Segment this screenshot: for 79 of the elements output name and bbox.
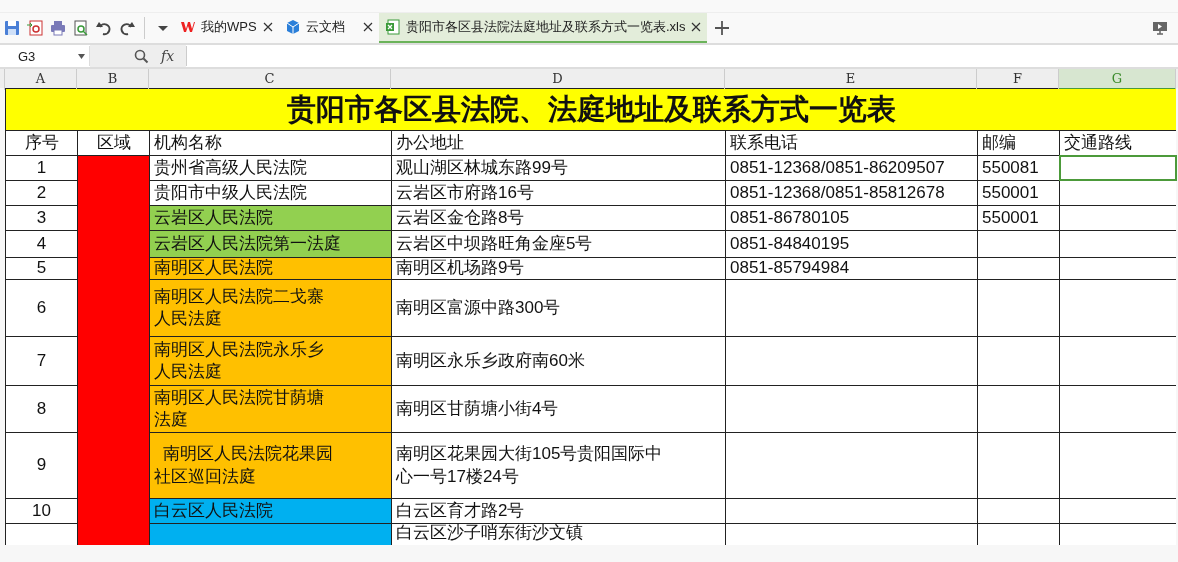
court-name-cell: 贵州省高级人民法院 xyxy=(150,156,391,180)
route-cell[interactable] xyxy=(1060,156,1176,180)
court-name-cell: 白云区人民法院 xyxy=(150,499,391,523)
number-cell: 5 xyxy=(6,258,77,279)
number-cell: 8 xyxy=(6,386,77,432)
add-tab-icon[interactable] xyxy=(714,21,729,35)
phone-cell: 0851-86780105 xyxy=(726,206,977,230)
close-icon[interactable] xyxy=(363,22,373,32)
print-preview-icon[interactable] xyxy=(72,19,90,37)
route-cell[interactable] xyxy=(1060,231,1176,257)
route-cell[interactable] xyxy=(1060,206,1176,230)
postcode-cell: 550001 xyxy=(978,206,1059,230)
address-cell: 南明区甘荫塘小街4号 xyxy=(392,386,725,432)
address-cell: 云岩区中坝路旺角金座5号 xyxy=(392,231,725,257)
route-cell[interactable] xyxy=(1060,524,1176,545)
number-cell: 1 xyxy=(6,156,77,180)
phone-cell: 0851-85794984 xyxy=(726,258,977,279)
court-name-cell: 南明区人民法院 xyxy=(150,258,391,279)
number-cell: 6 xyxy=(6,280,77,336)
print-icon[interactable] xyxy=(49,19,67,37)
export-icon[interactable] xyxy=(26,19,44,37)
number-cell: 4 xyxy=(6,231,77,257)
header-cell: 邮编 xyxy=(978,131,1059,155)
function-button[interactable]: fx xyxy=(161,48,175,64)
document-tab[interactable]: 贵阳市各区县法院法庭地址及联系方式一览表.xls xyxy=(379,13,707,43)
court-name-cell: 南明区人民法院二戈寨人民法庭 xyxy=(150,280,391,336)
phone-cell: 0851-12368/0851-86209507 xyxy=(726,156,977,180)
court-name-cell: 云岩区人民法院第一法庭 xyxy=(150,231,391,257)
document-tab[interactable]: 我的WPS xyxy=(174,13,279,43)
court-name-cell: 贵阳市中级人民法院 xyxy=(150,181,391,205)
address-cell: 南明区富源中路300号 xyxy=(392,280,725,336)
spreadsheet-icon xyxy=(385,19,401,35)
header-cell: 交通路线 xyxy=(1060,131,1176,155)
route-cell[interactable] xyxy=(1060,386,1176,432)
number-cell: 10 xyxy=(6,499,77,523)
court-name-cell: 南明区人民法院花果园社区巡回法庭 xyxy=(150,433,391,498)
court-name-cell: 云岩区人民法院 xyxy=(150,206,391,230)
header-cell: 办公地址 xyxy=(392,131,725,155)
tab-label: 贵阳市各区县法院法庭地址及联系方式一览表.xls xyxy=(406,18,686,36)
phone-cell: 0851-84840195 xyxy=(726,231,977,257)
number-cell xyxy=(6,524,77,545)
number-cell: 7 xyxy=(6,337,77,385)
number-cell: 9 xyxy=(6,433,77,498)
postcode-cell: 550001 xyxy=(978,181,1059,205)
route-cell[interactable] xyxy=(1060,499,1176,523)
postcode-cell: 550081 xyxy=(978,156,1059,180)
header-cell: 机构名称 xyxy=(150,131,391,155)
address-cell: 南明区永乐乡政府南60米 xyxy=(392,337,725,385)
save-icon[interactable] xyxy=(3,19,21,37)
close-icon[interactable] xyxy=(690,22,701,32)
close-icon[interactable] xyxy=(263,22,273,32)
tab-label: 我的WPS xyxy=(201,18,257,36)
address-cell: 白云区育才路2号 xyxy=(392,499,725,523)
address-cell: 南明区花果园大街105号贵阳国际中心一号17楼24号 xyxy=(392,433,725,498)
address-cell: 云岩区市府路16号 xyxy=(392,181,725,205)
magnifier-icon[interactable] xyxy=(134,48,149,64)
address-cell: 南明区机场路9号 xyxy=(392,258,725,279)
route-cell[interactable] xyxy=(1060,181,1176,205)
document-tab[interactable]: 云文档 xyxy=(279,13,379,43)
number-cell: 2 xyxy=(6,181,77,205)
header-cell: 联系电话 xyxy=(726,131,977,155)
court-name-cell: 南明区人民法院甘荫塘法庭 xyxy=(150,386,391,432)
monitor-icon[interactable] xyxy=(1152,21,1168,35)
route-cell[interactable] xyxy=(1060,337,1176,385)
address-cell: 云岩区金仓路8号 xyxy=(392,206,725,230)
address-cell: 白云区沙子哨东街沙文镇 xyxy=(392,524,725,545)
route-cell[interactable] xyxy=(1060,280,1176,336)
w-logo-icon xyxy=(180,19,196,35)
route-cell[interactable] xyxy=(1060,258,1176,279)
tab-label: 云文档 xyxy=(306,18,345,36)
court-name-cell: 南明区人民法院永乐乡人民法庭 xyxy=(150,337,391,385)
route-cell[interactable] xyxy=(1060,433,1176,498)
address-cell: 观山湖区林城东路99号 xyxy=(392,156,725,180)
phone-cell: 0851-12368/0851-85812678 xyxy=(726,181,977,205)
number-cell: 3 xyxy=(6,206,77,230)
header-cell: 区域 xyxy=(78,131,149,155)
header-cell: 序号 xyxy=(6,131,77,155)
cube-icon xyxy=(285,19,301,35)
sheet-title: 贵阳市各区县法院、法庭地址及联系方式一览表 xyxy=(6,89,1176,130)
